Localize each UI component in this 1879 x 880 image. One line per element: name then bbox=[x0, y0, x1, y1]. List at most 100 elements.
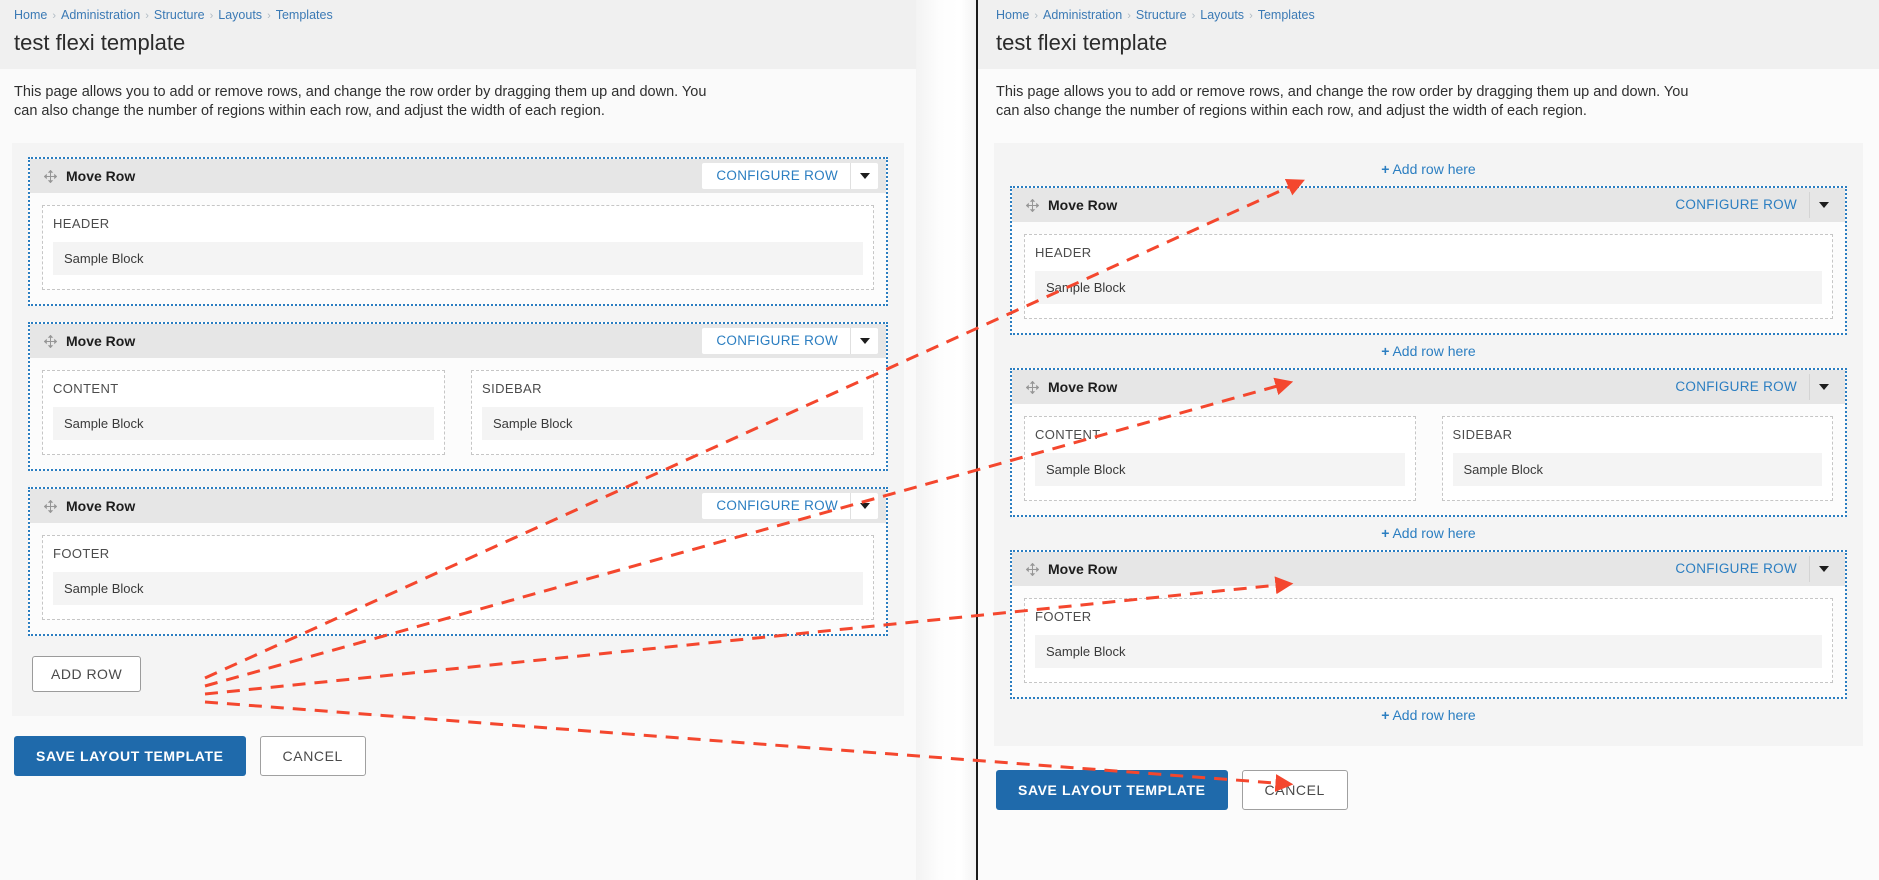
breadcrumb-item-templates[interactable]: Templates bbox=[276, 8, 333, 22]
add-row-here-link[interactable]: + Add row here bbox=[1010, 153, 1847, 186]
breadcrumb-item-structure[interactable]: Structure bbox=[1136, 8, 1187, 22]
configure-row-button[interactable]: CONFIGURE ROW bbox=[702, 328, 850, 354]
row-header: Move Row CONFIGURE ROW bbox=[30, 489, 886, 523]
move-cross-icon bbox=[1026, 562, 1039, 576]
breadcrumb-item-home[interactable]: Home bbox=[996, 8, 1029, 22]
configure-row-group[interactable]: CONFIGURE ROW bbox=[702, 163, 878, 189]
breadcrumb-item-layouts[interactable]: Layouts bbox=[218, 8, 262, 22]
breadcrumb-item-templates[interactable]: Templates bbox=[1258, 8, 1315, 22]
add-row-here-label: Add row here bbox=[1392, 161, 1476, 177]
move-row-handle[interactable]: Move Row bbox=[1026, 561, 1117, 577]
region-label: FOOTER bbox=[1035, 609, 1092, 624]
region[interactable]: SIDEBAR Sample Block bbox=[1441, 416, 1833, 501]
breadcrumb-item-administration[interactable]: Administration bbox=[61, 8, 140, 22]
screenshot-stage: Home › Administration › Structure › Layouts › Te… bbox=[0, 0, 1879, 880]
chevron-down-icon bbox=[859, 503, 870, 509]
breadcrumb-item-administration[interactable]: Administration bbox=[1043, 8, 1122, 22]
move-row-handle[interactable]: Move Row bbox=[44, 333, 135, 349]
add-row-here-label: Add row here bbox=[1392, 343, 1476, 359]
form-actions: SAVE LAYOUT TEMPLATE CANCEL bbox=[0, 716, 916, 776]
move-row-handle[interactable]: Move Row bbox=[44, 168, 135, 184]
save-layout-template-button[interactable]: SAVE LAYOUT TEMPLATE bbox=[14, 736, 246, 776]
add-row-here-label: Add row here bbox=[1392, 707, 1476, 723]
configure-row-dropdown-toggle[interactable] bbox=[850, 163, 878, 189]
layout-rows-container: + Add row here Move Row CONFIGURE ROW HE… bbox=[994, 143, 1863, 746]
layout-row[interactable]: Move Row CONFIGURE ROW HEADER Sample Blo… bbox=[1010, 186, 1847, 335]
region-label: CONTENT bbox=[1035, 427, 1101, 442]
chevron-down-icon bbox=[1818, 566, 1829, 572]
plus-icon: + bbox=[1381, 161, 1390, 177]
configure-row-group[interactable]: CONFIGURE ROW bbox=[1661, 556, 1837, 582]
add-row-here-link[interactable]: + Add row here bbox=[1010, 517, 1847, 550]
configure-row-dropdown-toggle[interactable] bbox=[850, 493, 878, 519]
breadcrumb-item-structure[interactable]: Structure bbox=[154, 8, 205, 22]
row-body: CONTENT Sample Block SIDEBAR Sample Bloc… bbox=[30, 358, 886, 469]
move-row-handle[interactable]: Move Row bbox=[1026, 197, 1117, 213]
configure-row-dropdown-toggle[interactable] bbox=[1809, 556, 1837, 582]
move-row-label: Move Row bbox=[1048, 197, 1118, 213]
block-item[interactable]: Sample Block bbox=[1035, 635, 1822, 668]
region[interactable]: HEADER Sample Block bbox=[1024, 234, 1833, 319]
page-intro-text: This page allows you to add or remove ro… bbox=[14, 84, 707, 119]
configure-row-button[interactable]: CONFIGURE ROW bbox=[702, 163, 850, 189]
chevron-down-icon bbox=[859, 338, 870, 344]
configure-row-group[interactable]: CONFIGURE ROW bbox=[702, 328, 878, 354]
region-label: HEADER bbox=[1035, 245, 1092, 260]
cancel-button[interactable]: CANCEL bbox=[259, 736, 366, 776]
region[interactable]: FOOTER Sample Block bbox=[1024, 598, 1833, 683]
block-item[interactable]: Sample Block bbox=[53, 407, 434, 440]
move-row-label: Move Row bbox=[1048, 561, 1118, 577]
configure-row-group[interactable]: CONFIGURE ROW bbox=[1661, 374, 1837, 400]
block-item[interactable]: Sample Block bbox=[482, 407, 863, 440]
block-item[interactable]: Sample Block bbox=[1035, 453, 1405, 486]
region[interactable]: FOOTER Sample Block bbox=[42, 535, 874, 620]
region-label: SIDEBAR bbox=[1452, 427, 1513, 442]
chevron-down-icon bbox=[1818, 384, 1829, 390]
add-row-button[interactable]: ADD ROW bbox=[32, 656, 142, 692]
breadcrumb-separator: › bbox=[1034, 10, 1039, 22]
configure-row-button[interactable]: CONFIGURE ROW bbox=[702, 493, 850, 519]
row-body: FOOTER Sample Block bbox=[30, 523, 886, 634]
layout-row[interactable]: Move Row CONFIGURE ROW FOOTER Sample Blo… bbox=[1010, 550, 1847, 699]
move-row-handle[interactable]: Move Row bbox=[1026, 379, 1117, 395]
cancel-button[interactable]: CANCEL bbox=[1241, 770, 1348, 810]
region[interactable]: CONTENT Sample Block bbox=[1024, 416, 1416, 501]
configure-row-group[interactable]: CONFIGURE ROW bbox=[1661, 192, 1837, 218]
layout-row[interactable]: Move Row CONFIGURE ROW HEADER Sample Blo… bbox=[28, 157, 888, 306]
layout-row[interactable]: Move Row CONFIGURE ROW CONTENT Sample Bl… bbox=[28, 322, 888, 471]
add-row-zone: ADD ROW bbox=[28, 652, 888, 698]
breadcrumb: Home › Administration › Structure › Layouts › Te… bbox=[14, 6, 902, 25]
block-item[interactable]: Sample Block bbox=[1452, 453, 1822, 486]
block-item[interactable]: Sample Block bbox=[53, 242, 863, 275]
right-panel-after: Home › Administration › Structure › Layouts › Te… bbox=[978, 0, 1879, 880]
configure-row-dropdown-toggle[interactable] bbox=[1809, 192, 1837, 218]
row-body: FOOTER Sample Block bbox=[1012, 586, 1845, 697]
move-row-handle[interactable]: Move Row bbox=[44, 498, 135, 514]
layout-row[interactable]: Move Row CONFIGURE ROW FOOTER Sample Blo… bbox=[28, 487, 888, 636]
configure-row-group[interactable]: CONFIGURE ROW bbox=[702, 493, 878, 519]
row-header: Move Row CONFIGURE ROW bbox=[30, 324, 886, 358]
breadcrumb-item-home[interactable]: Home bbox=[14, 8, 47, 22]
block-item[interactable]: Sample Block bbox=[1035, 271, 1822, 304]
region[interactable]: HEADER Sample Block bbox=[42, 205, 874, 290]
plus-icon: + bbox=[1381, 707, 1390, 723]
breadcrumb-item-layouts[interactable]: Layouts bbox=[1200, 8, 1244, 22]
region[interactable]: SIDEBAR Sample Block bbox=[471, 370, 874, 455]
configure-row-button[interactable]: CONFIGURE ROW bbox=[1661, 374, 1809, 400]
row-body: HEADER Sample Block bbox=[30, 193, 886, 304]
move-cross-icon bbox=[44, 169, 57, 183]
save-layout-template-button[interactable]: SAVE LAYOUT TEMPLATE bbox=[996, 770, 1228, 810]
region[interactable]: CONTENT Sample Block bbox=[42, 370, 445, 455]
page-title: test flexi template bbox=[14, 30, 186, 55]
add-row-here-link[interactable]: + Add row here bbox=[1010, 699, 1847, 732]
add-row-here-link[interactable]: + Add row here bbox=[1010, 335, 1847, 368]
configure-row-button[interactable]: CONFIGURE ROW bbox=[1661, 192, 1809, 218]
move-cross-icon bbox=[1026, 380, 1039, 394]
configure-row-dropdown-toggle[interactable] bbox=[850, 328, 878, 354]
row-header: Move Row CONFIGURE ROW bbox=[1012, 188, 1845, 222]
layout-row[interactable]: Move Row CONFIGURE ROW CONTENT Sample Bl… bbox=[1010, 368, 1847, 517]
breadcrumb-separator: › bbox=[52, 10, 57, 22]
configure-row-button[interactable]: CONFIGURE ROW bbox=[1661, 556, 1809, 582]
configure-row-dropdown-toggle[interactable] bbox=[1809, 374, 1837, 400]
block-item[interactable]: Sample Block bbox=[53, 572, 863, 605]
